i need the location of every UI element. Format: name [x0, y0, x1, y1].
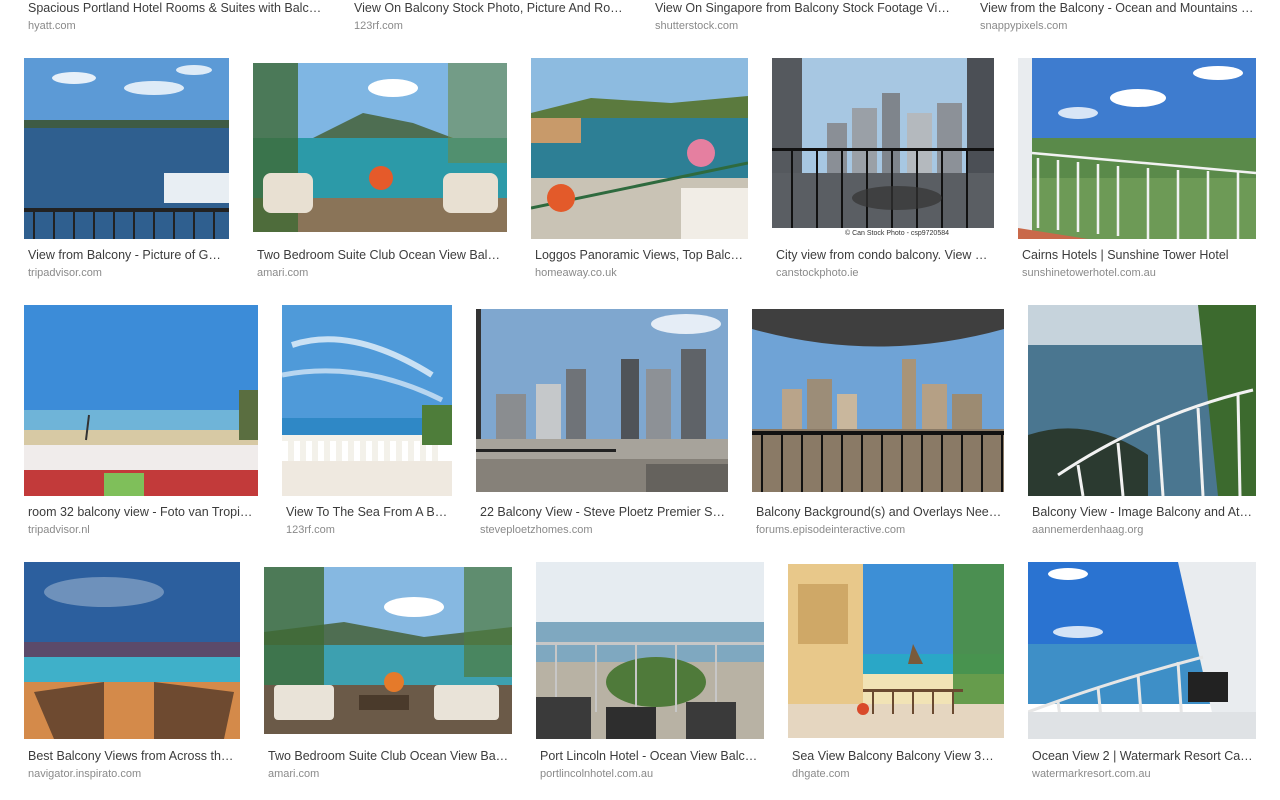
result-image[interactable] [752, 309, 1004, 492]
result-source[interactable]: portlincolnhotel.com.au [540, 767, 653, 781]
result-source[interactable]: forums.episodeinteractive.com [756, 523, 905, 537]
result-image[interactable] [476, 309, 728, 492]
result-source[interactable]: 123rf.com [354, 19, 403, 33]
result-title[interactable]: Best Balcony Views from Across th… [28, 748, 240, 764]
result-source[interactable]: snappypixels.com [980, 19, 1067, 33]
result-source[interactable]: amari.com [257, 266, 308, 280]
result-title[interactable]: Ocean View 2 | Watermark Resort Ca… [1032, 748, 1256, 764]
result-source[interactable]: shutterstock.com [655, 19, 738, 33]
result-title[interactable]: Spacious Portland Hotel Rooms & Suites w… [28, 0, 328, 16]
watermark-text: © Can Stock Photo - csp9720584 [842, 229, 952, 239]
result-title[interactable]: 22 Balcony View - Steve Ploetz Premier S… [480, 504, 728, 520]
result-image[interactable] [264, 567, 512, 734]
result-source[interactable]: dhgate.com [792, 767, 849, 781]
result-title[interactable]: Cairns Hotels | Sunshine Tower Hotel [1022, 247, 1256, 263]
result-source[interactable]: tripadvisor.com [28, 266, 102, 280]
result-title[interactable]: View To The Sea From A B… [286, 504, 452, 520]
result-source[interactable]: sunshinetowerhotel.com.au [1022, 266, 1156, 280]
result-source[interactable]: hyatt.com [28, 19, 76, 33]
result-image[interactable] [282, 305, 452, 496]
result-image[interactable] [253, 63, 507, 232]
result-image[interactable] [1028, 305, 1256, 496]
result-image[interactable] [531, 58, 748, 239]
result-image[interactable] [788, 564, 1004, 738]
result-image[interactable] [1018, 58, 1256, 239]
result-title[interactable]: View On Singapore from Balcony Stock Foo… [655, 0, 955, 16]
result-source[interactable]: 123rf.com [286, 523, 335, 537]
result-image[interactable] [24, 305, 258, 496]
result-source[interactable]: aannemerdenhaag.org [1032, 523, 1143, 537]
result-source[interactable]: navigator.inspirato.com [28, 767, 141, 781]
result-title[interactable]: View On Balcony Stock Photo, Picture And… [354, 0, 634, 16]
result-image[interactable]: © Can Stock Photo - csp9720584 [772, 58, 994, 239]
result-image[interactable] [536, 562, 764, 739]
result-title[interactable]: Balcony Background(s) and Overlays Nee… [756, 504, 1004, 520]
result-image[interactable] [24, 58, 229, 239]
result-image[interactable] [1028, 562, 1256, 739]
result-title[interactable]: Port Lincoln Hotel - Ocean View Balc… [540, 748, 764, 764]
result-title[interactable]: View from Balcony - Picture of G… [28, 247, 228, 263]
result-title[interactable]: City view from condo balcony. View … [776, 247, 994, 263]
result-title[interactable]: Two Bedroom Suite Club Ocean View Bal… [257, 247, 507, 263]
result-source[interactable]: homeaway.co.uk [535, 266, 617, 280]
result-source[interactable]: steveploetzhomes.com [480, 523, 593, 537]
result-image[interactable] [24, 562, 240, 739]
result-source[interactable]: tripadvisor.nl [28, 523, 90, 537]
result-source[interactable]: canstockphoto.ie [776, 266, 859, 280]
result-title[interactable]: Two Bedroom Suite Club Ocean View Ba… [268, 748, 512, 764]
result-title[interactable]: Loggos Panoramic Views, Top Balc… [535, 247, 747, 263]
result-title[interactable]: Balcony View - Image Balcony and At… [1032, 504, 1256, 520]
result-source[interactable]: watermarkresort.com.au [1032, 767, 1151, 781]
result-title[interactable]: View from the Balcony - Ocean and Mounta… [980, 0, 1256, 16]
result-title[interactable]: Sea View Balcony Balcony View 3… [792, 748, 1004, 764]
result-title[interactable]: room 32 balcony view - Foto van Tropi… [28, 504, 258, 520]
result-source[interactable]: amari.com [268, 767, 319, 781]
